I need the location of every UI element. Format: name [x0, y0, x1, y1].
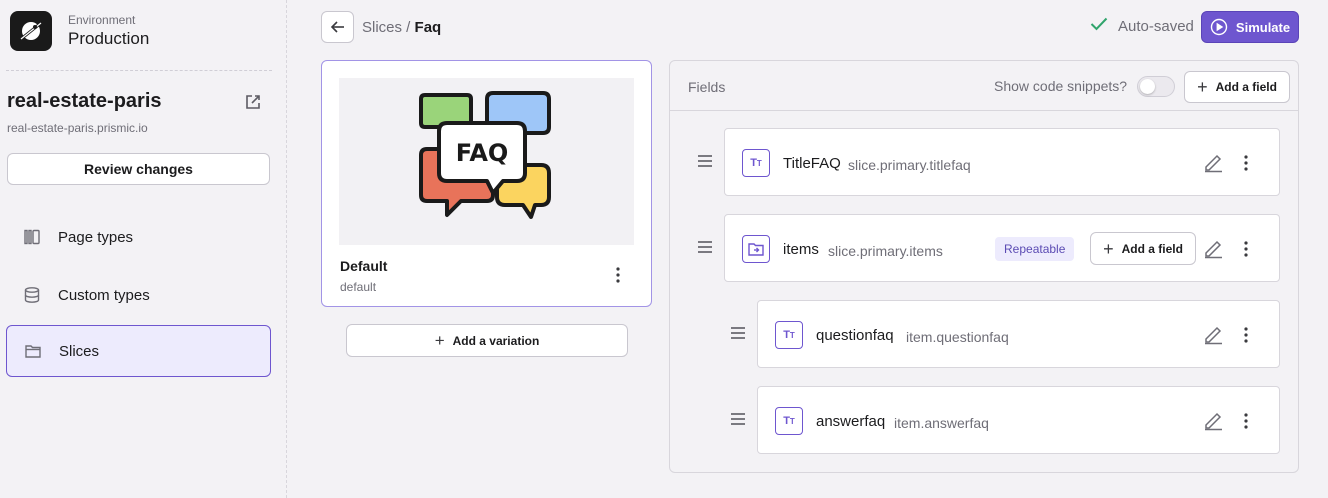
- sidebar-item-label: Custom types: [58, 286, 150, 304]
- add-field-button[interactable]: + Add a field: [1184, 71, 1290, 103]
- variation-card[interactable]: FAQ Default default: [321, 60, 652, 307]
- variation-thumbnail: FAQ: [339, 78, 634, 245]
- breadcrumb-separator: /: [402, 19, 415, 36]
- review-changes-button[interactable]: Review changes: [7, 153, 270, 185]
- more-vertical-icon[interactable]: [1238, 325, 1254, 345]
- breadcrumb-parent[interactable]: Slices: [362, 19, 402, 36]
- divider: [6, 70, 272, 71]
- text-field-icon: TT: [775, 407, 803, 435]
- simulate-button[interactable]: Simulate: [1201, 11, 1299, 43]
- fields-title: Fields: [688, 79, 726, 95]
- edit-icon[interactable]: [1202, 409, 1224, 431]
- sidebar-item-label: Page types: [58, 228, 134, 246]
- field-api-path: item.answerfaq: [894, 415, 989, 431]
- environment-label: Environment: [68, 13, 136, 27]
- text-field-icon: TT: [775, 321, 803, 349]
- more-vertical-icon[interactable]: [1238, 411, 1254, 431]
- field-row-questionfaq[interactable]: TT questionfaq item.questionfaq: [757, 300, 1280, 368]
- more-vertical-icon[interactable]: [610, 265, 626, 285]
- add-field-label: Add a field: [1121, 241, 1183, 256]
- breadcrumb-current: Faq: [414, 19, 442, 36]
- repeatable-badge: Repeatable: [995, 237, 1075, 261]
- environment-switcher[interactable]: Environment Production: [10, 11, 149, 51]
- repository-url: real-estate-paris.prismic.io: [7, 121, 148, 135]
- toggle-knob: [1140, 79, 1155, 94]
- drag-handle-icon[interactable]: [730, 412, 746, 426]
- add-field-label: Add a field: [1215, 80, 1277, 94]
- field-name: TitleFAQ: [783, 155, 841, 172]
- field-row-items[interactable]: items slice.primary.items Repeatable + A…: [724, 214, 1280, 282]
- sidebar-item-page-types[interactable]: Page types: [6, 211, 271, 263]
- drag-handle-icon[interactable]: [730, 326, 746, 340]
- edit-icon[interactable]: [1202, 151, 1224, 173]
- fields-panel: Fields Show code snippets? + Add a field…: [669, 60, 1299, 473]
- external-link-icon[interactable]: [244, 93, 262, 111]
- database-icon: [22, 285, 42, 305]
- plus-icon: +: [1197, 77, 1208, 97]
- more-vertical-icon[interactable]: [1238, 239, 1254, 259]
- back-button[interactable]: [321, 11, 354, 43]
- faq-illustration-icon: FAQ: [418, 90, 551, 219]
- folder-icon: [23, 341, 43, 361]
- sidebar: Environment Production real-estate-paris…: [0, 0, 287, 498]
- arrow-left-icon: [330, 21, 344, 33]
- code-snippets-toggle[interactable]: [1137, 76, 1175, 97]
- breadcrumb: Slices / Faq: [362, 19, 441, 36]
- field-name: items: [783, 241, 819, 258]
- group-field-icon: [742, 235, 770, 263]
- fields-header: Fields Show code snippets? + Add a field: [670, 61, 1298, 111]
- edit-icon[interactable]: [1202, 237, 1224, 259]
- add-field-to-group-button[interactable]: + Add a field: [1090, 232, 1196, 265]
- field-row-titlefaq[interactable]: TT TitleFAQ slice.primary.titlefaq: [724, 128, 1280, 196]
- field-api-path: slice.primary.titlefaq: [848, 157, 971, 173]
- simulate-label: Simulate: [1235, 19, 1291, 35]
- page-types-icon: [22, 227, 42, 247]
- text-field-icon: TT: [742, 149, 770, 177]
- add-variation-button[interactable]: + Add a variation: [346, 324, 628, 357]
- play-circle-icon: [1210, 18, 1228, 36]
- faq-thumb-text: FAQ: [455, 139, 508, 167]
- autosave-label: Auto-saved: [1118, 17, 1194, 35]
- drag-handle-icon[interactable]: [697, 240, 713, 254]
- variation-id: default: [340, 280, 377, 294]
- field-row-answerfaq[interactable]: TT answerfaq item.answerfaq: [757, 386, 1280, 454]
- checkmark-icon: [1090, 17, 1108, 35]
- field-api-path: slice.primary.items: [828, 243, 943, 259]
- sidebar-item-label: Slices: [59, 342, 100, 360]
- repository-name: real-estate-paris: [7, 90, 162, 112]
- code-snippets-label: Show code snippets?: [994, 78, 1128, 94]
- plus-icon: +: [434, 331, 445, 350]
- edit-icon[interactable]: [1202, 323, 1224, 345]
- field-name: questionfaq: [816, 327, 894, 344]
- field-api-path: item.questionfaq: [906, 329, 1009, 345]
- more-vertical-icon[interactable]: [1238, 153, 1254, 173]
- add-variation-label: Add a variation: [452, 333, 540, 348]
- sidebar-item-slices[interactable]: Slices: [6, 325, 271, 377]
- sidebar-item-custom-types[interactable]: Custom types: [6, 269, 271, 321]
- variation-name: Default: [340, 258, 388, 274]
- environment-logo-icon: [10, 11, 52, 51]
- plus-icon: +: [1103, 238, 1114, 259]
- field-name: answerfaq: [816, 413, 886, 430]
- autosave-status: Auto-saved: [1090, 17, 1194, 35]
- environment-name: Production: [68, 29, 150, 48]
- drag-handle-icon[interactable]: [697, 154, 713, 168]
